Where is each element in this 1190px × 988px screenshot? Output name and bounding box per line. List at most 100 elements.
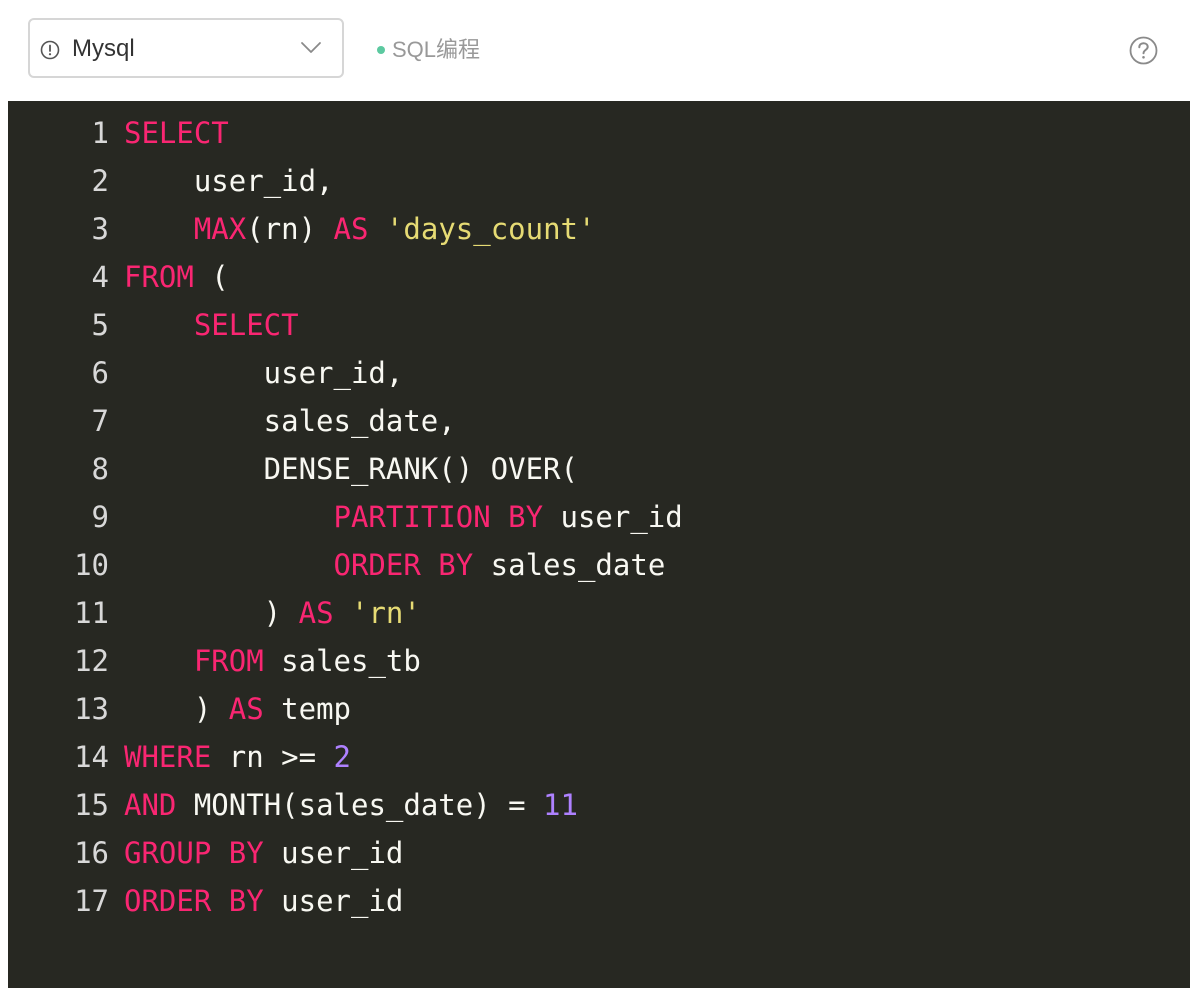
line-number: 3 [91, 212, 109, 246]
code-line[interactable]: 4 FROM ( [8, 253, 1190, 301]
chevron-down-icon [301, 42, 321, 53]
code-token: user_id, [124, 356, 404, 390]
code-text: ORDER BY sales_date [124, 541, 666, 589]
line-number: 2 [91, 164, 109, 198]
keyword-token: BY [228, 884, 264, 918]
editor-toolbar: Mysql SQL编程 [0, 0, 1190, 101]
code-line[interactable]: 6 user_id, [8, 349, 1190, 397]
keyword-token: AND [124, 788, 177, 822]
code-text: FROM sales_tb [124, 637, 421, 685]
keyword-token: AS [228, 692, 264, 726]
keyword-token: SELECT [193, 308, 299, 342]
code-token: user_id [263, 836, 404, 870]
code-line[interactable]: 3 MAX(rn) AS 'days_count' [8, 205, 1190, 253]
code-token: ( [193, 260, 229, 294]
keyword-token: BY [438, 548, 474, 582]
line-number: 17 [74, 884, 109, 918]
code-line[interactable]: 17 ORDER BY user_id [8, 877, 1190, 925]
code-line[interactable]: 13 ) AS temp [8, 685, 1190, 733]
code-text: WHERE rn >= 2 [124, 733, 351, 781]
code-token: sales_date [473, 548, 666, 582]
keyword-token: AS [298, 596, 334, 630]
code-text: MAX(rn) AS 'days_count' [124, 205, 596, 253]
line-number: 10 [74, 548, 109, 582]
line-number: 12 [74, 644, 109, 678]
code-line[interactable]: 15 AND MONTH(sales_date) = 11 [8, 781, 1190, 829]
code-line[interactable]: 16 GROUP BY user_id [8, 829, 1190, 877]
keyword-token: FROM [193, 644, 264, 678]
line-number: 13 [74, 692, 109, 726]
code-token: sales_date, [124, 404, 456, 438]
code-token: user_id, [124, 164, 334, 198]
keyword-token: FROM [124, 260, 194, 294]
code-line[interactable]: 12 FROM sales_tb [8, 637, 1190, 685]
language-select-value: Mysql [72, 35, 135, 62]
line-number: 11 [74, 596, 109, 630]
code-editor[interactable]: 1 SELECT 2 user_id, 3 MAX(rn) AS 'days_coun… [8, 101, 1190, 988]
code-token: MONTH(sales_date) = [176, 788, 544, 822]
keyword-token: MAX [193, 212, 247, 246]
code-text: sales_date, [124, 397, 456, 445]
code-line[interactable]: 2 user_id, [8, 157, 1190, 205]
code-token: rn >= [211, 740, 334, 774]
line-number: 5 [91, 308, 109, 342]
string-token: 'rn' [351, 596, 421, 630]
code-line[interactable]: 9 PARTITION BY user_id [8, 493, 1190, 541]
code-text: PARTITION BY user_id [124, 493, 683, 541]
language-select[interactable]: Mysql [28, 18, 344, 78]
code-line[interactable]: 11 ) AS 'rn' [8, 589, 1190, 637]
line-number: 1 [91, 116, 109, 150]
code-text: FROM ( [124, 253, 229, 301]
code-line[interactable]: 1 SELECT [8, 109, 1190, 157]
code-text: user_id, [124, 349, 404, 397]
info-icon [40, 40, 60, 60]
line-number: 9 [91, 500, 109, 534]
help-icon[interactable] [1129, 36, 1158, 65]
code-token: user_id [543, 500, 683, 534]
code-text: SELECT [124, 301, 299, 349]
code-text: DENSE_RANK() OVER( [124, 445, 578, 493]
code-line[interactable]: 8 DENSE_RANK() OVER( [8, 445, 1190, 493]
number-token: 2 [333, 740, 351, 774]
code-text: ) AS 'rn' [124, 589, 421, 637]
line-number: 4 [91, 260, 109, 294]
code-token: ) [124, 596, 299, 630]
keyword-token: AS [333, 212, 369, 246]
code-text: ) AS temp [124, 685, 351, 733]
keyword-token: BY [508, 500, 544, 534]
line-number: 8 [91, 452, 109, 486]
code-token: (rn) [246, 212, 334, 246]
code-token: ) [124, 692, 229, 726]
keyword-token: WHERE [124, 740, 212, 774]
keyword-token: BY [228, 836, 264, 870]
mode-label: SQL编程 [392, 37, 481, 62]
code-line[interactable]: 7 sales_date, [8, 397, 1190, 445]
code-text: ORDER BY user_id [124, 877, 403, 925]
keyword-token: GROUP [124, 836, 212, 870]
string-token: 'days_count' [385, 212, 596, 246]
code-token: temp [263, 692, 351, 726]
line-number: 15 [74, 788, 109, 822]
code-line[interactable]: 10 ORDER BY sales_date [8, 541, 1190, 589]
code-token: user_id [263, 884, 404, 918]
code-text: user_id, [124, 157, 334, 205]
line-number: 14 [74, 740, 109, 774]
line-number: 6 [91, 356, 109, 390]
keyword-token: PARTITION [333, 500, 491, 534]
code-line[interactable]: 14 WHERE rn >= 2 [8, 733, 1190, 781]
code-token: DENSE_RANK() OVER( [124, 452, 578, 486]
line-number: 7 [91, 404, 109, 438]
keyword-token: ORDER [124, 884, 212, 918]
code-line[interactable]: 5 SELECT [8, 301, 1190, 349]
